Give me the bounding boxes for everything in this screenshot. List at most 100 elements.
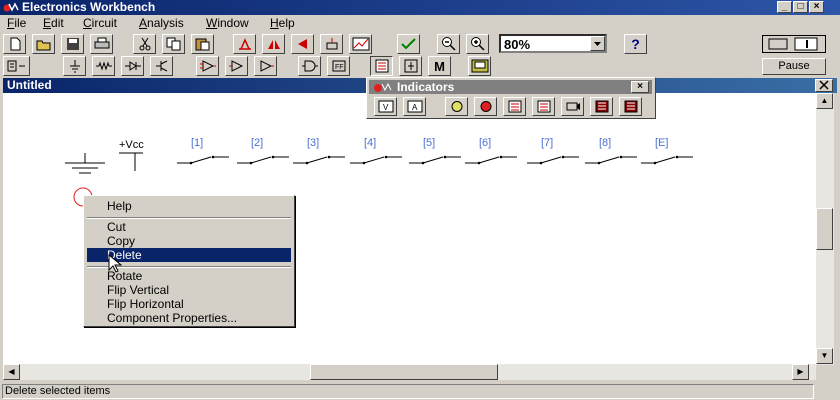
help-button[interactable]: ?	[624, 34, 647, 54]
close-button[interactable]: ×	[809, 1, 824, 13]
switch-component[interactable]	[465, 155, 517, 165]
zoom-out-button[interactable]	[437, 34, 460, 54]
mixed-ics-bin-button[interactable]	[225, 56, 248, 76]
instruments-bin-button[interactable]	[468, 56, 491, 76]
indicators-title: Indicators	[397, 80, 455, 94]
indicators-bin-button[interactable]	[370, 56, 393, 76]
basic-bin-button[interactable]	[92, 56, 115, 76]
analog-ics-bin-button[interactable]	[196, 56, 219, 76]
vertical-scroll-thumb[interactable]	[816, 208, 833, 250]
switch-component[interactable]	[350, 155, 402, 165]
restore-button[interactable]: □	[793, 1, 808, 13]
indicators-title-bar[interactable]: Indicators ×	[369, 80, 652, 94]
mouse-pointer-icon	[108, 254, 122, 273]
menu-window[interactable]: Window	[206, 15, 249, 32]
save-button[interactable]	[61, 34, 84, 54]
component-properties-button[interactable]	[397, 34, 420, 54]
ground-source-icon	[69, 60, 80, 73]
context-cut-item[interactable]: Cut	[87, 220, 291, 234]
indicators-logo-icon	[374, 82, 392, 92]
print-button[interactable]	[90, 34, 113, 54]
graph-button[interactable]	[349, 34, 372, 54]
scroll-up-button[interactable]: ▲	[816, 93, 833, 109]
parts-bin-toggle[interactable]	[3, 56, 30, 76]
switch-component[interactable]	[293, 155, 345, 165]
cut-button[interactable]	[133, 34, 156, 54]
transistors-bin-button[interactable]	[150, 56, 173, 76]
decoded-bargraph-button[interactable]	[619, 97, 642, 116]
rotate-button[interactable]	[233, 34, 256, 54]
instruments-icon	[471, 59, 488, 73]
pause-button[interactable]: Pause	[762, 58, 826, 75]
subcircuit-button[interactable]	[320, 34, 343, 54]
menu-analysis[interactable]: Analysis	[139, 15, 184, 32]
controls-icon	[404, 59, 417, 73]
seven-segment-button[interactable]	[532, 97, 555, 116]
menu-circuit[interactable]: Circuit	[83, 15, 117, 32]
misc-m-icon: M	[434, 58, 445, 74]
hex-display-button[interactable]	[503, 97, 526, 116]
new-file-button[interactable]	[3, 34, 26, 54]
switch-component[interactable]	[527, 155, 579, 165]
probe-button[interactable]	[474, 97, 497, 116]
ground-component[interactable]	[65, 153, 105, 174]
document-close-button[interactable]	[815, 79, 833, 92]
context-flip-vertical-item[interactable]: Flip Vertical	[87, 283, 291, 297]
switch-component[interactable]	[409, 155, 461, 165]
vcc-component[interactable]	[119, 152, 143, 171]
menu-help[interactable]: Help	[270, 15, 295, 32]
paste-button[interactable]	[191, 34, 214, 54]
svg-text:FF: FF	[335, 64, 344, 71]
power-switch[interactable]	[762, 35, 826, 53]
switch-key-label: [3]	[307, 137, 320, 149]
context-component-properties-item[interactable]: Component Properties...	[87, 311, 291, 325]
context-flip-horizontal-item[interactable]: Flip Horizontal	[87, 297, 291, 311]
copy-button[interactable]	[162, 34, 185, 54]
flip-vertical-button[interactable]	[291, 34, 314, 54]
switch-component[interactable]	[585, 155, 637, 165]
miscellaneous-bin-button[interactable]: M	[428, 56, 451, 76]
zoom-in-button[interactable]	[466, 34, 489, 54]
digital-ics-bin-button[interactable]	[254, 56, 277, 76]
hex-display-icon	[508, 100, 521, 113]
switch-row	[177, 155, 693, 165]
context-copy-item[interactable]: Copy	[87, 234, 291, 248]
voltmeter-icon: V	[378, 100, 393, 113]
menu-file[interactable]: File	[7, 15, 26, 32]
zoom-dropdown-button[interactable]	[590, 36, 605, 51]
zoom-select[interactable]: 80%	[499, 34, 607, 53]
indicator-bin-icon	[375, 59, 388, 73]
scroll-right-button[interactable]: ▶	[792, 364, 809, 380]
switch-component[interactable]	[177, 155, 229, 165]
diodes-bin-button[interactable]	[121, 56, 144, 76]
open-file-button[interactable]	[32, 34, 55, 54]
menu-edit[interactable]: Edit	[43, 15, 64, 32]
switch-key-label: [4]	[364, 137, 377, 149]
scroll-down-button[interactable]: ▼	[816, 348, 833, 364]
vertical-scrollbar[interactable]: ▲ ▼	[816, 93, 834, 365]
controls-bin-button[interactable]	[399, 56, 422, 76]
sources-bin-button[interactable]	[63, 56, 86, 76]
logic-gates-bin-button[interactable]	[298, 56, 321, 76]
red-probe-icon	[480, 101, 491, 112]
switch-component[interactable]	[237, 155, 289, 165]
indicators-close-button[interactable]: ×	[631, 81, 649, 93]
bargraph-button[interactable]	[590, 97, 613, 116]
horizontal-scrollbar[interactable]: ◀ ▶	[3, 364, 816, 380]
scissors-icon	[139, 37, 150, 51]
flip-horizontal-button[interactable]	[262, 34, 285, 54]
horizontal-scroll-thumb[interactable]	[310, 364, 498, 380]
logic-gate-icon	[301, 60, 318, 72]
switch-key-label: [E]	[655, 137, 669, 149]
zoom-value: 80%	[504, 37, 531, 52]
buzzer-button[interactable]	[561, 97, 584, 116]
scroll-left-button[interactable]: ◀	[3, 364, 20, 380]
minimize-button[interactable]: _	[777, 1, 792, 13]
status-text: Delete selected items	[2, 384, 814, 399]
bulb-button[interactable]	[445, 97, 468, 116]
switch-component[interactable]	[641, 155, 693, 165]
ammeter-button[interactable]: A	[403, 97, 426, 116]
voltmeter-button[interactable]: V	[374, 97, 397, 116]
digital-bin-button[interactable]: FF	[327, 56, 350, 76]
context-help-item[interactable]: Help	[87, 199, 291, 213]
